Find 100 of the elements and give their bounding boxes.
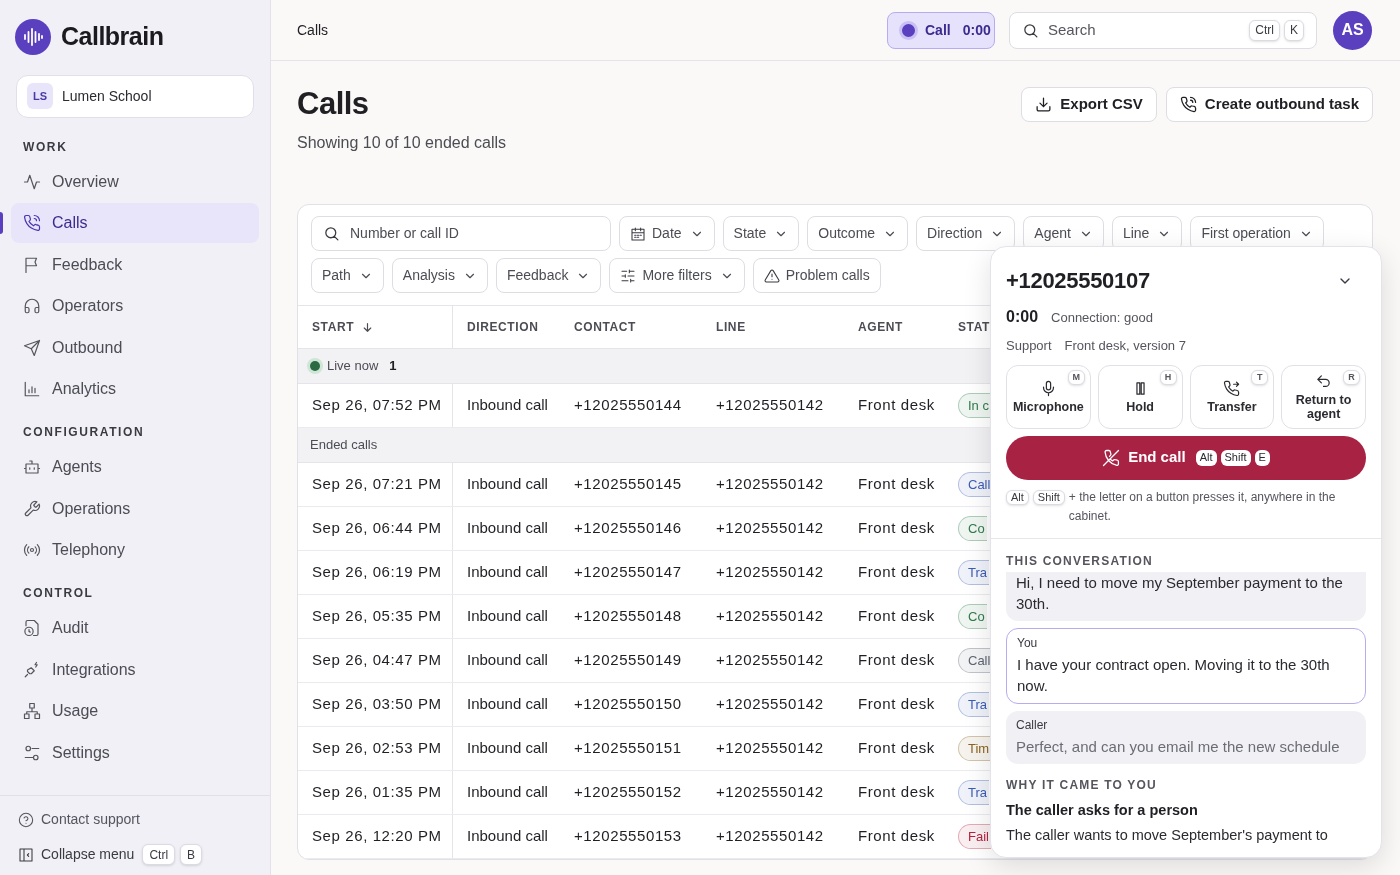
group-label: Live now xyxy=(327,357,379,376)
call-control-button[interactable]: M Microphone xyxy=(1006,364,1091,429)
key-hint: B xyxy=(180,844,203,865)
user-avatar[interactable]: AS xyxy=(1333,10,1372,50)
workspace-selector[interactable]: LS Lumen School xyxy=(16,74,254,118)
call-control-button[interactable]: R Return to agent xyxy=(1281,364,1366,429)
column-header[interactable]: START xyxy=(312,318,375,336)
key-hint: Ctrl xyxy=(142,844,176,865)
nav-item[interactable]: Outbound xyxy=(11,327,259,368)
table-cell-text: Sep 26, 12:20 PM xyxy=(312,826,442,847)
table-cell-text: Front desk xyxy=(858,562,935,583)
call-search-input[interactable]: Number or call ID xyxy=(350,223,599,244)
call-control-button[interactable]: H Hold xyxy=(1097,364,1183,429)
table-cell-text: Sep 26, 07:21 PM xyxy=(312,474,442,495)
table-cell-text: +12025550144 xyxy=(574,395,682,416)
sidebar-toggle-icon xyxy=(18,846,34,863)
file-clock-icon xyxy=(23,619,41,637)
table-cell-text: +12025550142 xyxy=(716,694,824,715)
column-header[interactable]: LINE xyxy=(716,318,746,336)
column-header[interactable]: CONTACT xyxy=(574,318,636,336)
table-cell-text: Inbound call xyxy=(467,826,548,847)
headphones-icon xyxy=(23,297,41,315)
table-cell-text: +12025550142 xyxy=(716,518,824,539)
table-cell-text: +12025550142 xyxy=(716,474,824,495)
table-cell-text: +12025550142 xyxy=(716,738,824,759)
table-cell-text: Inbound call xyxy=(467,562,548,583)
status-badge: In c xyxy=(958,393,991,418)
nav-item[interactable]: Integrations xyxy=(11,649,259,690)
key-hint: E xyxy=(1254,449,1270,466)
search-field[interactable]: Search Ctrl K xyxy=(1009,11,1317,49)
column-header[interactable]: STAT xyxy=(958,318,990,336)
nav-item[interactable]: Overview xyxy=(11,161,259,202)
table-cell-text: Front desk xyxy=(858,518,935,539)
brand-name: Callbrain xyxy=(61,21,164,52)
filter-button[interactable]: Direction xyxy=(916,216,1016,251)
nav-item[interactable]: Usage xyxy=(11,691,259,731)
section-heading: THIS CONVERSATION xyxy=(1006,552,1154,570)
table-cell-text: Front desk xyxy=(858,650,935,671)
table-cell-text: Inbound call xyxy=(467,606,548,627)
filter-button[interactable]: State xyxy=(722,216,800,251)
group-count: 1 xyxy=(389,357,397,376)
nav-item[interactable]: Telephony xyxy=(11,530,259,570)
nav-item[interactable]: Calls xyxy=(11,203,259,243)
workspace-avatar: LS xyxy=(27,83,53,109)
filter-button[interactable]: More filters xyxy=(609,258,745,293)
call-search-field[interactable]: Number or call ID xyxy=(311,216,611,251)
nav-item[interactable]: Operators xyxy=(11,286,259,326)
reason-text: The caller wants to move September's payment to xyxy=(1006,826,1329,846)
agent-version: Front desk, version 7 xyxy=(1064,337,1186,355)
nav-section-heading: CONTROL xyxy=(22,585,95,602)
phone-forward-icon xyxy=(1223,379,1241,397)
filter-button[interactable]: Outcome xyxy=(807,216,909,251)
filter-button[interactable]: Analysis xyxy=(391,258,488,293)
nav-item[interactable]: Settings xyxy=(11,732,259,773)
nav-item[interactable]: Analytics xyxy=(11,369,259,409)
speaker-label: Caller xyxy=(1016,716,1049,734)
collapse-menu-button[interactable]: Collapse menu xyxy=(18,844,135,865)
speaker-label: You xyxy=(1017,634,1039,652)
filter-button[interactable]: Path xyxy=(311,258,384,293)
table-cell-text: Inbound call xyxy=(467,474,548,495)
column-header[interactable]: AGENT xyxy=(858,318,903,336)
phone-icon xyxy=(23,214,41,232)
action-button[interactable]: Export CSV xyxy=(1021,87,1157,122)
nav-item[interactable]: Operations xyxy=(11,488,259,529)
warning-icon xyxy=(763,267,780,284)
table-cell-text: Inbound call xyxy=(467,518,548,539)
table-cell-text: Inbound call xyxy=(467,738,548,759)
action-button[interactable]: Create outbound task xyxy=(1165,87,1373,122)
key-hint: H xyxy=(1159,369,1177,385)
status-badge: Tra xyxy=(958,692,990,717)
sliders-icon xyxy=(620,267,637,284)
table-cell-text: +12025550142 xyxy=(716,562,824,583)
logo-icon xyxy=(15,18,51,55)
caller-number: +12025550107 xyxy=(1006,267,1150,295)
search-input[interactable]: Search xyxy=(1048,18,1246,42)
nav-item[interactable]: Agents xyxy=(11,447,259,487)
table-cell-text: +12025550147 xyxy=(574,562,682,583)
column-header[interactable]: DIRECTION xyxy=(467,318,539,336)
active-call-button[interactable]: Call 0:00 xyxy=(887,11,995,49)
table-cell-text: Inbound call xyxy=(467,782,548,803)
filter-button[interactable]: Date xyxy=(619,216,715,251)
contact-support-link[interactable]: Contact support xyxy=(0,809,270,830)
send-icon xyxy=(23,338,41,357)
end-call-button[interactable]: End call Alt Shift E xyxy=(1006,435,1366,480)
key-hint: R xyxy=(1343,369,1360,385)
filter-button[interactable]: Feedback xyxy=(495,258,602,293)
nav-item[interactable]: Feedback xyxy=(11,244,259,285)
nav-item[interactable]: Audit xyxy=(11,608,259,648)
call-control-button[interactable]: T Transfer xyxy=(1189,364,1275,429)
table-cell-text: Sep 26, 06:44 PM xyxy=(312,518,442,539)
key-hint: Shift xyxy=(1032,489,1065,505)
key-hint: M xyxy=(1067,369,1085,385)
bar-chart-icon xyxy=(23,380,41,398)
calendar-icon xyxy=(630,225,646,242)
table-cell-text: Front desk xyxy=(858,395,935,416)
table-cell-text: Inbound call xyxy=(467,395,548,416)
table-cell-text: Front desk xyxy=(858,606,935,627)
filter-button[interactable]: Problem calls xyxy=(752,258,881,293)
status-badge: Tim xyxy=(958,736,992,761)
nav-section-heading: WORK xyxy=(22,138,69,156)
